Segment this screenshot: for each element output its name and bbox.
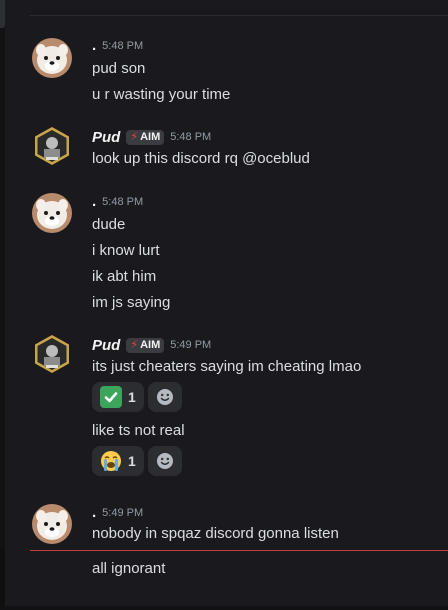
dog-avatar-icon (32, 193, 72, 233)
new-messages-divider (30, 550, 448, 551)
message-text: u r wasting your time (92, 86, 231, 103)
timestamp: 5:48 PM (102, 196, 144, 208)
pud-avatar-icon (35, 127, 69, 165)
message-group[interactable]: . 5:48 PM dude i know lurt ik abt him im… (0, 180, 448, 330)
reaction-crying[interactable]: 1 (92, 446, 144, 476)
reaction-bar: 1 (92, 446, 182, 476)
message-text: dude (92, 216, 126, 233)
loudly-crying-face-icon (100, 450, 122, 472)
message-text: its just cheaters saying im cheating lma… (92, 358, 362, 375)
message-group[interactable]: . 5:49 PM nobody in spqaz discord gonna … (0, 490, 448, 606)
bottom-edge (0, 606, 448, 610)
timestamp: 5:48 PM (102, 40, 144, 52)
author-name[interactable]: Pud (92, 337, 120, 354)
pud-avatar-icon (35, 335, 69, 373)
guild-tag[interactable]: ⚡ AIM (126, 129, 165, 145)
message-text: like ts not real (92, 422, 185, 439)
author-name[interactable]: . (92, 194, 96, 210)
message-text: pud son (92, 60, 146, 77)
message-text: i know lurt (92, 242, 160, 259)
message-text: look up this discord rq @oceblud (92, 150, 310, 167)
avatar-pud[interactable] (32, 126, 72, 166)
avatar-pud[interactable] (32, 334, 72, 374)
smiley-icon (156, 389, 173, 405)
timestamp: 5:48 PM (170, 131, 212, 143)
guild-tag[interactable]: ⚡ AIM (126, 337, 165, 353)
lightning-bolt-icon: ⚡ (130, 338, 139, 351)
white-check-mark-icon (100, 386, 122, 408)
add-reaction-button[interactable] (147, 446, 182, 476)
timestamp: 5:49 PM (170, 339, 212, 351)
author-name[interactable]: . (92, 38, 96, 54)
guild-tag-label: AIM (140, 338, 161, 351)
author-name[interactable]: . (92, 505, 96, 521)
add-reaction-button[interactable] (147, 382, 182, 412)
reaction-check[interactable]: 1 (92, 382, 144, 412)
lightning-bolt-icon: ⚡ (130, 130, 139, 143)
guild-tag-label: AIM (140, 130, 161, 143)
smiley-icon (156, 453, 173, 469)
timestamp: 5:49 PM (102, 507, 144, 519)
reaction-count: 1 (128, 453, 136, 469)
reaction-bar: 1 (92, 382, 182, 412)
message-group[interactable]: Pud ⚡ AIM 5:49 PM its just cheaters sayi… (0, 330, 448, 490)
avatar-dog[interactable] (32, 38, 72, 78)
avatar-dog[interactable] (32, 193, 72, 233)
reaction-count: 1 (128, 389, 136, 405)
message-group[interactable]: Pud ⚡ AIM 5:48 PM look up this discord r… (0, 120, 448, 180)
dog-avatar-icon (32, 504, 72, 544)
message-text: ik abt him (92, 268, 157, 285)
dog-avatar-icon (32, 38, 72, 78)
message-text: im js saying (92, 294, 171, 311)
author-name[interactable]: Pud (92, 129, 120, 146)
message-text: nobody in spqaz discord gonna listen (92, 525, 339, 542)
avatar-dog[interactable] (32, 504, 72, 544)
message-group[interactable]: . 5:48 PM pud son u r wasting your time (0, 0, 448, 120)
message-text: all ignorant (92, 560, 166, 577)
